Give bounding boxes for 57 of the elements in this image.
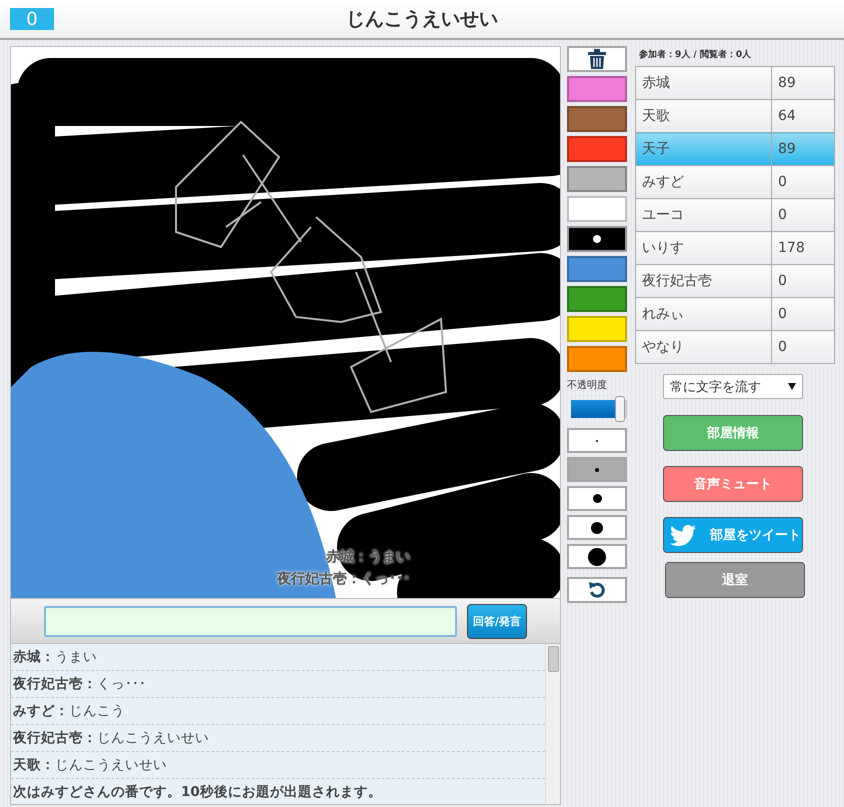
player-name: 夜行妃古壱 (636, 264, 772, 298)
player-name: 天子 (636, 132, 772, 166)
chat-message: 夜行妃古壱：じんこうえいせい (13, 729, 209, 747)
chat-message: みすど：じんこう (13, 702, 125, 720)
trash-icon (588, 49, 606, 69)
brush-dot-icon (588, 548, 606, 566)
dropdown-caret-icon (788, 383, 796, 390)
player-row[interactable]: 夜行妃古壱 0 (636, 264, 834, 298)
player-name: やなり (636, 330, 772, 364)
player-row[interactable]: やなり 0 (636, 330, 834, 364)
chat-message: 赤城：うまい (13, 648, 97, 666)
player-row[interactable]: 赤城 89 (636, 66, 834, 100)
clear-button[interactable] (567, 46, 627, 72)
player-row[interactable]: いりす 178 (636, 232, 834, 264)
brush-dot-icon (595, 468, 599, 472)
system-message: 次はみすどさんの番です。10秒後にお題が出題されます。 (13, 783, 382, 801)
brush-dot-icon (592, 494, 602, 503)
bird-icon (670, 524, 696, 546)
undo-icon (588, 581, 606, 599)
brush-size-button[interactable] (567, 515, 627, 540)
player-row[interactable]: ユーコ 0 (636, 198, 834, 232)
player-score: 89 (772, 66, 834, 100)
dropdown-value: 常に文字を流す (670, 378, 761, 396)
player-name: ユーコ (636, 198, 772, 232)
opacity-label: 不透明度 (567, 378, 608, 392)
chat-message: 夜行妃古壱：くっ･･･ (13, 675, 146, 693)
player-row[interactable]: れみぃ 0 (636, 298, 834, 330)
brush-size-button[interactable] (567, 544, 627, 569)
participant-count: 参加者：9人 / 閲覧者：0人 (639, 48, 752, 61)
score-badge: 0 (10, 8, 54, 30)
answer-field[interactable] (44, 606, 457, 636)
player-row[interactable]: みすど 0 (636, 166, 834, 198)
player-name: 天歌 (636, 100, 772, 132)
player-score: 0 (772, 330, 834, 364)
player-score: 178 (772, 232, 834, 264)
player-score: 89 (772, 132, 834, 166)
color-swatch[interactable] (567, 226, 627, 252)
player-score: 0 (772, 198, 834, 232)
undo-button[interactable] (567, 577, 627, 603)
player-row[interactable]: 天子 89 (636, 132, 834, 166)
player-score: 64 (772, 100, 834, 132)
chat-message: 天歌：じんこうえいせい (13, 756, 167, 774)
brush-size-button[interactable] (567, 486, 627, 511)
player-score: 0 (772, 166, 834, 198)
player-name: れみぃ (636, 298, 772, 330)
player-row[interactable]: 天歌 64 (636, 100, 834, 132)
scrollbar-thumb[interactable] (548, 646, 559, 672)
player-name: みすど (636, 166, 772, 198)
brush-dot-icon (591, 522, 603, 534)
topic-title: じんこうえいせい (346, 8, 498, 30)
player-score: 0 (772, 298, 834, 330)
slider-thumb[interactable] (614, 396, 625, 422)
scroll-mode-dropdown[interactable]: 常に文字を流す (663, 374, 803, 399)
player-score: 0 (772, 264, 834, 298)
selected-dot-icon (593, 235, 601, 243)
player-name: 赤城 (636, 66, 772, 100)
player-name: いりす (636, 232, 772, 264)
